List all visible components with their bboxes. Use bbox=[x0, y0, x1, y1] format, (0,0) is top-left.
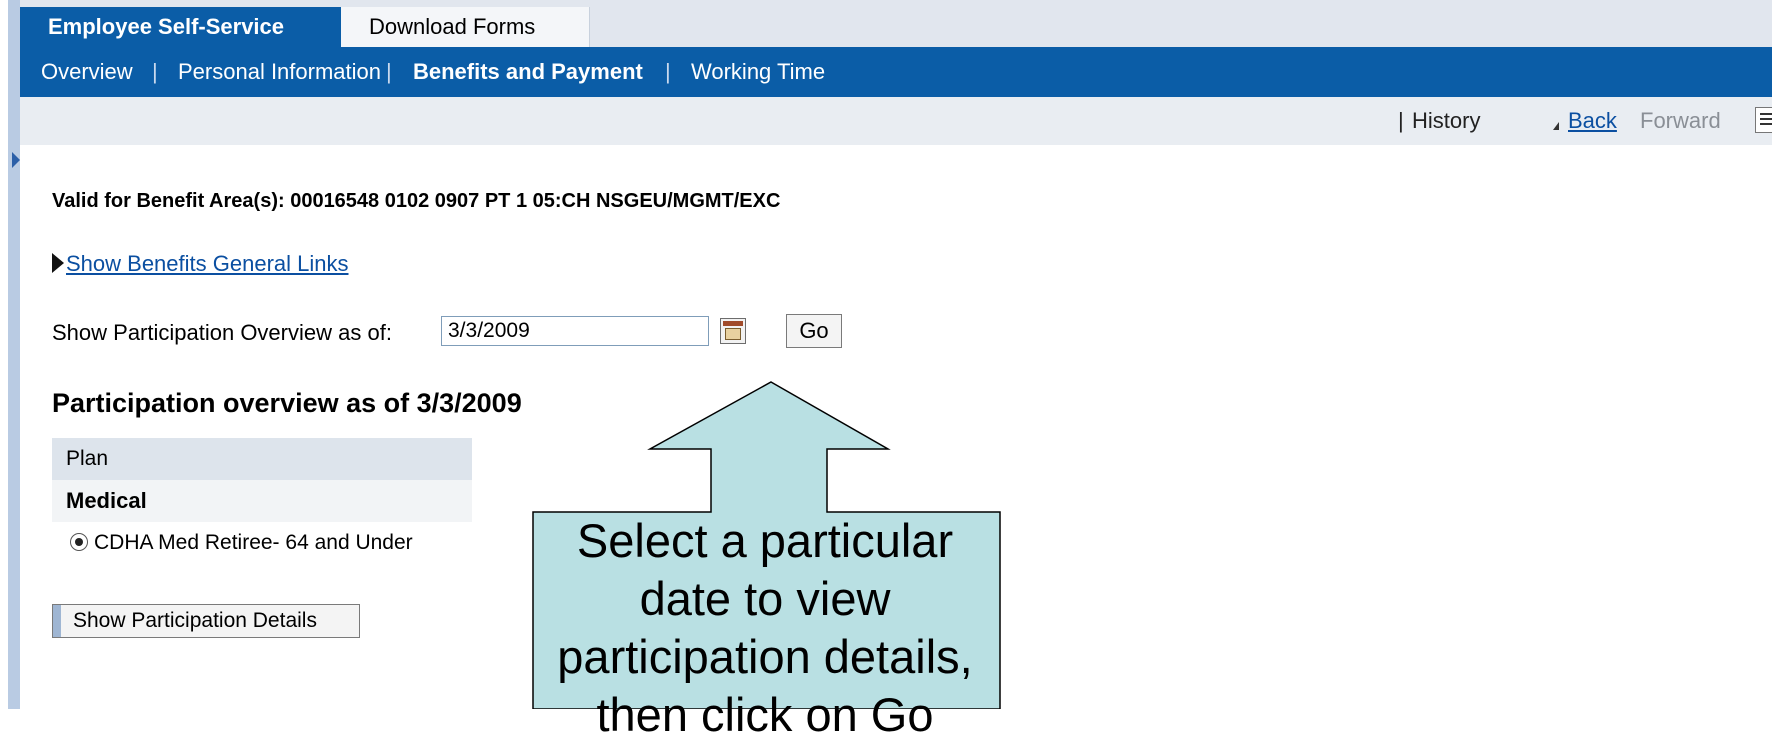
callout-line: date to view bbox=[639, 572, 891, 625]
callout-line: then click on Go bbox=[596, 688, 934, 741]
callout-text: Select a particular date to view partici… bbox=[533, 512, 997, 744]
callout-line: participation details, bbox=[557, 630, 973, 683]
callout-line: Select a particular bbox=[576, 514, 954, 567]
